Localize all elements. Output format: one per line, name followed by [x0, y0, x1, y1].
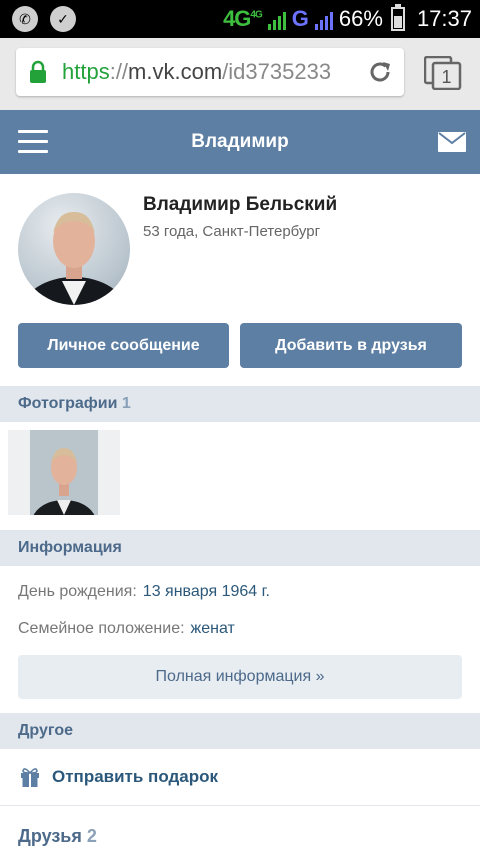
url-text[interactable]: https://m.vk.com/id3735233 — [62, 59, 362, 85]
tabs-switcher-icon[interactable]: 1 — [424, 56, 462, 90]
notification-icons: ✆ ✓ — [12, 6, 76, 32]
family-status-row: Семейное положение: женат — [18, 620, 235, 638]
page-title: Владимир — [191, 131, 289, 152]
friends-count: 2 — [86, 826, 97, 846]
birthday-label: День рождения: — [18, 583, 137, 600]
status-indicators: 4G4G G 66% 17:37 — [223, 0, 472, 38]
profile-age-city: 53 года, Санкт-Петербург — [143, 223, 321, 240]
add-friend-button[interactable]: Добавить в друзья — [240, 323, 462, 368]
signal-strength-2-icon — [314, 8, 333, 30]
battery-icon — [390, 4, 405, 31]
gift-icon — [21, 768, 39, 787]
check-notification-icon: ✓ — [50, 6, 76, 32]
mail-icon[interactable] — [438, 132, 466, 152]
avatar-photo — [22, 211, 126, 305]
send-gift-label: Отправить подарок — [52, 767, 219, 786]
status-bar: ✆ ✓ 4G4G G 66% 17:37 — [0, 0, 480, 38]
clock: 17:37 — [416, 6, 472, 31]
send-message-button[interactable]: Личное сообщение — [18, 323, 229, 368]
photo-thumbnail[interactable] — [8, 430, 120, 515]
network-4g-label: 4G4G — [223, 6, 263, 31]
thumbnail-photo — [30, 430, 98, 515]
browser-toolbar: https://m.vk.com/id3735233 1 — [0, 38, 480, 110]
network-g-label: G — [291, 6, 309, 31]
friends-label: Друзья — [18, 826, 82, 846]
reload-icon[interactable] — [366, 58, 394, 86]
family-status-value[interactable]: женат — [191, 620, 235, 637]
full-info-button[interactable]: Полная информация » — [18, 655, 462, 699]
info-label: Информация — [18, 539, 122, 556]
other-section-header: Другое — [0, 713, 480, 749]
other-label: Другое — [18, 722, 73, 739]
lock-icon — [30, 60, 46, 83]
send-gift-row[interactable]: Отправить подарок — [0, 750, 480, 806]
address-bar[interactable]: https://m.vk.com/id3735233 — [16, 48, 404, 96]
whatsapp-icon: ✆ — [12, 6, 38, 32]
friends-section-header[interactable]: Друзья 2 — [18, 826, 97, 847]
birthday-value[interactable]: 13 января 1964 г. — [143, 583, 270, 600]
profile-name: Владимир Бельский — [143, 194, 338, 215]
battery-percent: 66% — [338, 6, 383, 31]
photos-label: Фотографии — [18, 395, 118, 412]
info-section-header: Информация — [0, 530, 480, 566]
photos-section-header[interactable]: Фотографии 1 — [0, 386, 480, 422]
tab-count: 1 — [441, 67, 451, 87]
family-status-label: Семейное положение: — [18, 620, 185, 637]
photos-count: 1 — [121, 395, 131, 412]
signal-strength-icon — [267, 8, 286, 30]
profile-avatar[interactable] — [18, 193, 130, 305]
app-header: Владимир — [0, 110, 480, 174]
birthday-row: День рождения: 13 января 1964 г. — [18, 583, 270, 601]
